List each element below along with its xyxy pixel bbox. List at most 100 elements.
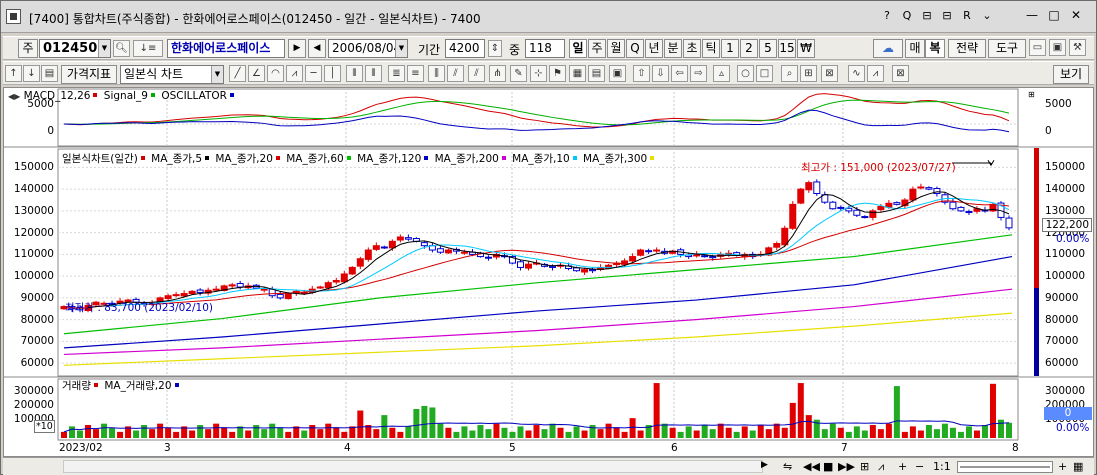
text-tool-icon[interactable]: ▤ [588,65,605,82]
minimize-button[interactable]: — [1024,8,1040,22]
arrows-up-icon[interactable]: ↑ [5,65,22,82]
interval-5[interactable]: 5 [759,39,777,58]
vline-tool-icon[interactable]: │ [324,65,341,82]
forward-icon[interactable]: ▶▶ [838,460,855,473]
stop-icon[interactable]: ■ [823,460,833,473]
next-button[interactable]: ▶ [288,39,306,58]
hline-tool-icon[interactable]: ─ [305,65,322,82]
chart-type-dropdown-icon[interactable]: ▼ [211,66,223,83]
arc-tool-icon[interactable]: ◠ [267,65,284,82]
indicator-button[interactable]: 가격지표 [61,65,117,84]
down-arrow-icon[interactable]: ⇩ [652,65,669,82]
select-icon[interactable]: ⊞ [800,65,817,82]
erase-icon[interactable]: ⊠ [821,65,838,82]
timeframe-second[interactable]: 초 [683,39,701,58]
cycle-tool-icon[interactable]: ⦀ [346,65,363,82]
timeframe-quarter[interactable]: Q [626,39,644,58]
angle-tool-icon[interactable]: ∠ [248,65,265,82]
triangle-icon[interactable]: ▵ [713,65,730,82]
timeframe-week[interactable]: 주 [588,39,606,58]
fan-tool-icon[interactable]: ⩘ [286,65,303,82]
pitchfork-icon[interactable]: ⋔ [489,65,506,82]
scrollbar-track[interactable] [63,460,763,473]
layout-alt-icon[interactable]: ⊟ [940,9,954,22]
code-input[interactable]: 012450 ▼ [39,39,111,58]
circle-icon[interactable]: ○ [737,65,754,82]
trend-tool-icon[interactable]: ⫽ [468,65,485,82]
search-icon[interactable]: 🔍︎ [113,40,130,57]
grid-view-icon[interactable]: ▦ [1073,460,1083,473]
open-icon[interactable]: ▭ [1029,39,1046,56]
zoom-out-icon[interactable]: − [915,460,924,473]
count-input[interactable]: 118 [525,39,565,58]
save-icon[interactable]: ▣ [1049,39,1066,56]
channel-tool-icon[interactable]: ⫼ [428,65,445,82]
search-icon[interactable]: Q [900,9,914,22]
fibo-time-icon[interactable]: ⦀ [365,65,382,82]
interval-2[interactable]: 2 [740,39,758,58]
settings-icon[interactable]: ▤ [41,65,58,82]
sort-icon[interactable]: ↓≡ [133,40,163,57]
layout-icon[interactable]: ⊟ [920,9,934,22]
right-arrow-icon[interactable]: ⇨ [690,65,707,82]
market-button[interactable]: 주 [18,39,38,58]
zoom-slider[interactable] [957,461,1053,473]
wave-icon[interactable]: ∿ [848,65,865,82]
maximize-button[interactable]: □ [1046,8,1062,22]
code-dropdown-icon[interactable]: ▼ [98,40,110,57]
zigzag-icon[interactable]: ⩘ [867,65,884,82]
dropdown-icon[interactable]: ⌄ [980,9,994,22]
timeframe-minute[interactable]: 분 [664,39,682,58]
calc-icon[interactable]: ▣ [609,65,626,82]
zoom-fit-icon[interactable]: ⇋ [783,460,792,473]
prev-button[interactable]: ◀ [308,39,326,58]
view-button[interactable]: 보기 [1053,65,1089,84]
currency-button[interactable]: ₩ [797,39,815,58]
zoom-in-icon[interactable]: + [898,460,907,473]
line-tool-icon[interactable]: ╱ [229,65,246,82]
rectangle-icon[interactable]: □ [756,65,773,82]
pencil-icon[interactable]: ✎ [510,65,527,82]
interval-15[interactable]: 15 [778,39,796,58]
arrows-down-icon[interactable]: ↓ [23,65,40,82]
interval-1[interactable]: 1 [721,39,739,58]
add-icon[interactable]: + [1058,460,1067,473]
zoom-icon[interactable]: ⌕ [781,65,798,82]
grid-icon[interactable]: ⊞ [860,460,869,473]
candle-body [813,181,821,194]
timeframe-day[interactable]: 일 [569,39,587,58]
delete-all-icon[interactable]: ⊠ [892,65,909,82]
crosshair-icon[interactable]: ⊹ [530,65,547,82]
chart-area[interactable]: ◀▶ MACD_12,26 Signal_9 OSCILLATOR 일본식차트(… [3,87,1094,457]
panel-menu-icon[interactable]: ⊞ [1028,90,1035,99]
date-input[interactable]: 2006/08/04 ▼ [328,39,408,58]
cloud-icon[interactable]: ☁ [873,39,903,58]
strategy-button[interactable]: 전략 [948,39,986,58]
period-spin-icon[interactable]: ⇕ [488,40,502,57]
chart-type-select[interactable]: 일본식 차트 ▼ [120,65,224,84]
refresh-icon[interactable]: R [960,9,974,22]
timeframe-tick[interactable]: 틱 [702,39,720,58]
color-icon[interactable]: ▦ [569,65,586,82]
up-arrow-icon[interactable]: ⇧ [633,65,650,82]
tools-button[interactable]: 도구 [988,39,1026,58]
wrench-icon[interactable]: ⚒ [1069,39,1086,56]
scale-icon[interactable]: ⩘ [878,460,884,474]
help-icon[interactable]: ? [880,9,894,22]
rewind-icon[interactable]: ◀◀ [803,460,820,473]
date-dropdown-icon[interactable]: ▼ [395,40,407,57]
single-button[interactable]: 매 [905,39,925,58]
candle-body [164,295,172,300]
close-button[interactable]: ✕ [1068,8,1084,22]
grid-tool-icon[interactable]: ≡ [407,65,424,82]
fibo-ret-icon[interactable]: ≣ [388,65,405,82]
timeframe-year[interactable]: 년 [645,39,663,58]
scroll-right-icon[interactable]: ▶ [761,460,768,470]
candle-body [404,237,412,240]
timeframe-month[interactable]: 월 [607,39,625,58]
period-input[interactable]: 4200 [445,39,485,58]
left-arrow-icon[interactable]: ⇦ [671,65,688,82]
pattern-icon[interactable]: ⚑ [549,65,566,82]
parallel-tool-icon[interactable]: ⫽ [447,65,464,82]
multi-button[interactable]: 복 [925,39,945,58]
